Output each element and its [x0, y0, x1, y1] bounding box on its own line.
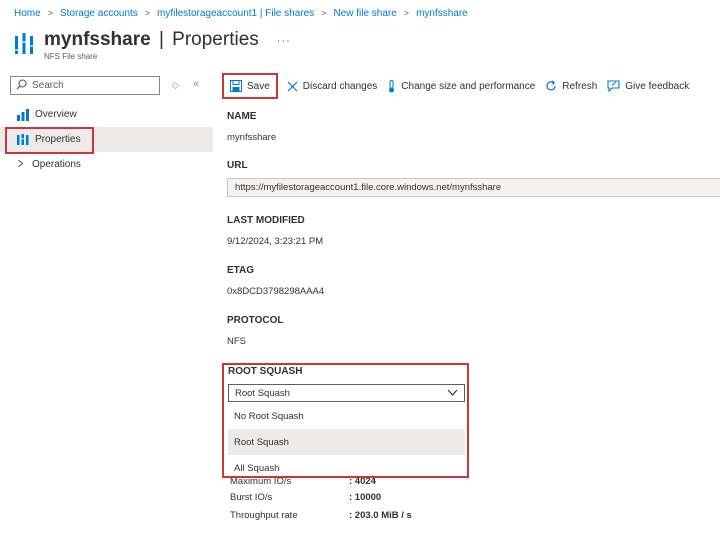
save-label: Save — [247, 80, 270, 92]
etag-label: ETAG — [227, 265, 255, 276]
refresh-icon — [545, 80, 557, 92]
chevron-right-icon[interactable] — [17, 159, 24, 171]
refresh-label: Refresh — [562, 80, 598, 92]
sidebar-item-properties[interactable]: Properties — [0, 127, 213, 152]
root-squash-options: No Root Squash Root Squash All Squash — [228, 403, 465, 481]
more-options-button[interactable]: ··· — [277, 35, 291, 47]
breadcrumb-new-file-share[interactable]: New file share — [333, 8, 396, 19]
change-size-label: Change size and performance — [401, 80, 536, 92]
protocol-value: NFS — [227, 336, 246, 347]
sidebar-item-operations[interactable]: Operations — [0, 152, 213, 177]
protocol-label: PROTOCOL — [227, 315, 284, 326]
sidebar-item-label: Operations — [32, 159, 81, 170]
etag-value: 0x8DCD3798298AAA4 — [227, 286, 325, 297]
refresh-button[interactable]: Refresh — [540, 73, 602, 99]
chevron-up-icon — [447, 388, 458, 400]
breadcrumb-separator: > — [403, 8, 410, 18]
url-label: URL — [227, 160, 248, 171]
feedback-icon — [607, 80, 620, 92]
breadcrumb-file-shares[interactable]: myfilestorageaccount1 | File shares — [157, 8, 314, 19]
file-share-icon — [14, 33, 36, 59]
page-title: mynfsshare | Properties — [44, 30, 259, 50]
thermometer-icon — [387, 79, 396, 93]
title-separator: | — [158, 29, 164, 50]
last-modified-value: 9/12/2024, 3:23:21 PM — [227, 236, 324, 247]
page-header: mynfsshare | Properties NFS File share ·… — [14, 30, 291, 64]
collapse-sidebar-icon[interactable]: « — [193, 78, 199, 90]
overview-icon — [17, 108, 29, 121]
option-no-root-squash[interactable]: No Root Squash — [228, 403, 465, 429]
breadcrumb-separator: > — [321, 8, 327, 18]
change-size-button[interactable]: Change size and performance — [382, 73, 540, 99]
search-box[interactable] — [10, 76, 160, 95]
name-value: mynfsshare — [227, 132, 277, 143]
command-bar: Save Discard changes Change size and per… — [222, 73, 694, 99]
breadcrumb-home[interactable]: Home — [14, 8, 41, 19]
breadcrumb-storage-accounts[interactable]: Storage accounts — [60, 8, 138, 19]
give-feedback-button[interactable]: Give feedback — [602, 73, 694, 99]
sidebar-item-overview[interactable]: Overview — [0, 102, 213, 127]
burst-iops-label: Burst IO/s — [230, 492, 273, 503]
last-modified-label: LAST MODIFIED — [227, 215, 305, 226]
url-field[interactable]: https://myfilestorageaccount1.file.core.… — [227, 178, 720, 197]
discard-changes-button[interactable]: Discard changes — [282, 73, 382, 99]
blade-title: Properties — [172, 29, 259, 50]
throughput-label: Throughput rate — [230, 510, 298, 521]
breadcrumb: Home > Storage accounts > myfilestoragea… — [14, 6, 468, 20]
root-squash-dropdown[interactable]: Root Squash — [228, 384, 465, 402]
properties-icon — [17, 133, 29, 146]
burst-iops-value: : 10000 — [349, 492, 382, 503]
throughput-value: : 203.0 MiB / s — [349, 510, 412, 521]
save-button[interactable]: Save — [222, 73, 278, 99]
name-label: NAME — [227, 111, 257, 122]
save-icon — [230, 80, 242, 92]
option-all-squash[interactable]: All Squash — [228, 455, 465, 481]
sidebar-item-label: Overview — [35, 109, 77, 120]
feedback-label: Give feedback — [625, 80, 690, 92]
root-squash-section: ROOT SQUASH Root Squash No Root Squash R… — [222, 363, 469, 478]
sidebar: ◇ « Overview Properties Operations — [0, 70, 213, 177]
root-squash-label: ROOT SQUASH — [228, 366, 303, 377]
resource-name: mynfsshare — [44, 29, 151, 50]
root-squash-selected-value: Root Squash — [235, 387, 290, 399]
search-icon — [16, 78, 27, 93]
breadcrumb-separator: > — [144, 8, 151, 18]
close-icon — [287, 81, 298, 92]
search-input[interactable] — [32, 80, 152, 91]
page-subtitle: NFS File share — [44, 52, 98, 61]
option-root-squash[interactable]: Root Squash — [228, 429, 465, 455]
breadcrumb-mynfsshare[interactable]: mynfsshare — [416, 8, 468, 19]
discard-label: Discard changes — [302, 80, 378, 92]
breadcrumb-separator: > — [47, 8, 53, 18]
sidebar-item-label: Properties — [35, 134, 81, 145]
filter-icon[interactable]: ◇ — [172, 80, 179, 91]
